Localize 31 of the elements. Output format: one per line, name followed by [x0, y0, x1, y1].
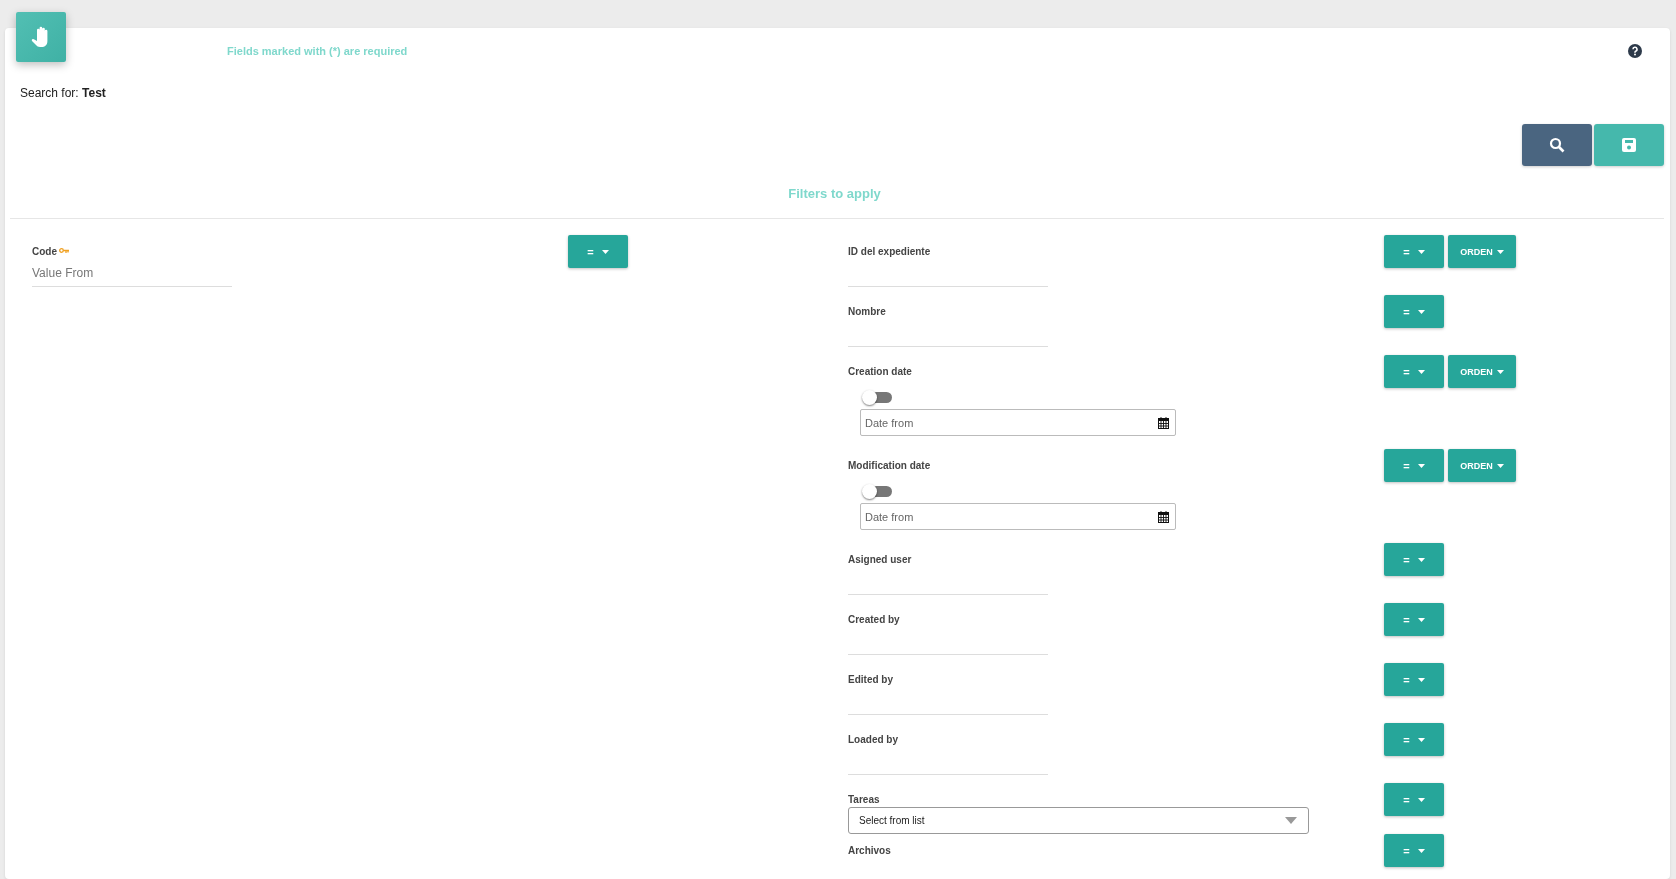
operator-dropdown[interactable]: = — [1384, 543, 1444, 576]
operator-dropdown[interactable]: = — [1384, 295, 1444, 328]
operator-dropdown[interactable]: = — [568, 235, 628, 268]
required-note: Fields marked with (*) are required — [227, 45, 408, 57]
field-label: Asigned user — [848, 553, 912, 565]
operator-dropdown[interactable]: = — [1384, 603, 1444, 636]
search-summary: Search for: Test — [20, 86, 107, 102]
field-label: Created by — [848, 613, 900, 625]
order-dropdown[interactable]: ORDEN — [1448, 355, 1516, 388]
field-label: Creation date — [848, 365, 912, 377]
field-label: Archivos — [848, 844, 891, 856]
field-label: Tareas — [848, 793, 880, 805]
order-dropdown[interactable]: ORDEN — [1448, 449, 1516, 482]
operator-dropdown[interactable]: = — [1384, 834, 1444, 867]
operator-dropdown[interactable]: = — [1384, 355, 1444, 388]
field-label: Modification date — [848, 459, 931, 471]
field-label: ID del expediente — [848, 245, 931, 257]
operator-dropdown[interactable]: = — [1384, 235, 1444, 268]
field-label: Code — [32, 245, 57, 257]
field-label: Nombre — [848, 305, 886, 317]
field-label: Loaded by — [848, 733, 898, 745]
section-title: Filters to apply — [787, 186, 882, 203]
select-dropdown[interactable]: Select from list — [848, 807, 1309, 834]
date-field[interactable]: Date from — [860, 503, 1176, 530]
operator-dropdown[interactable]: = — [1384, 723, 1444, 756]
operator-dropdown[interactable]: = — [1384, 783, 1444, 816]
operator-dropdown[interactable]: = — [1384, 663, 1444, 696]
field-label: Edited by — [848, 673, 893, 685]
operator-dropdown[interactable]: = — [1384, 449, 1444, 482]
order-dropdown[interactable]: ORDEN — [1448, 235, 1516, 268]
date-field[interactable]: Date from — [860, 409, 1176, 436]
